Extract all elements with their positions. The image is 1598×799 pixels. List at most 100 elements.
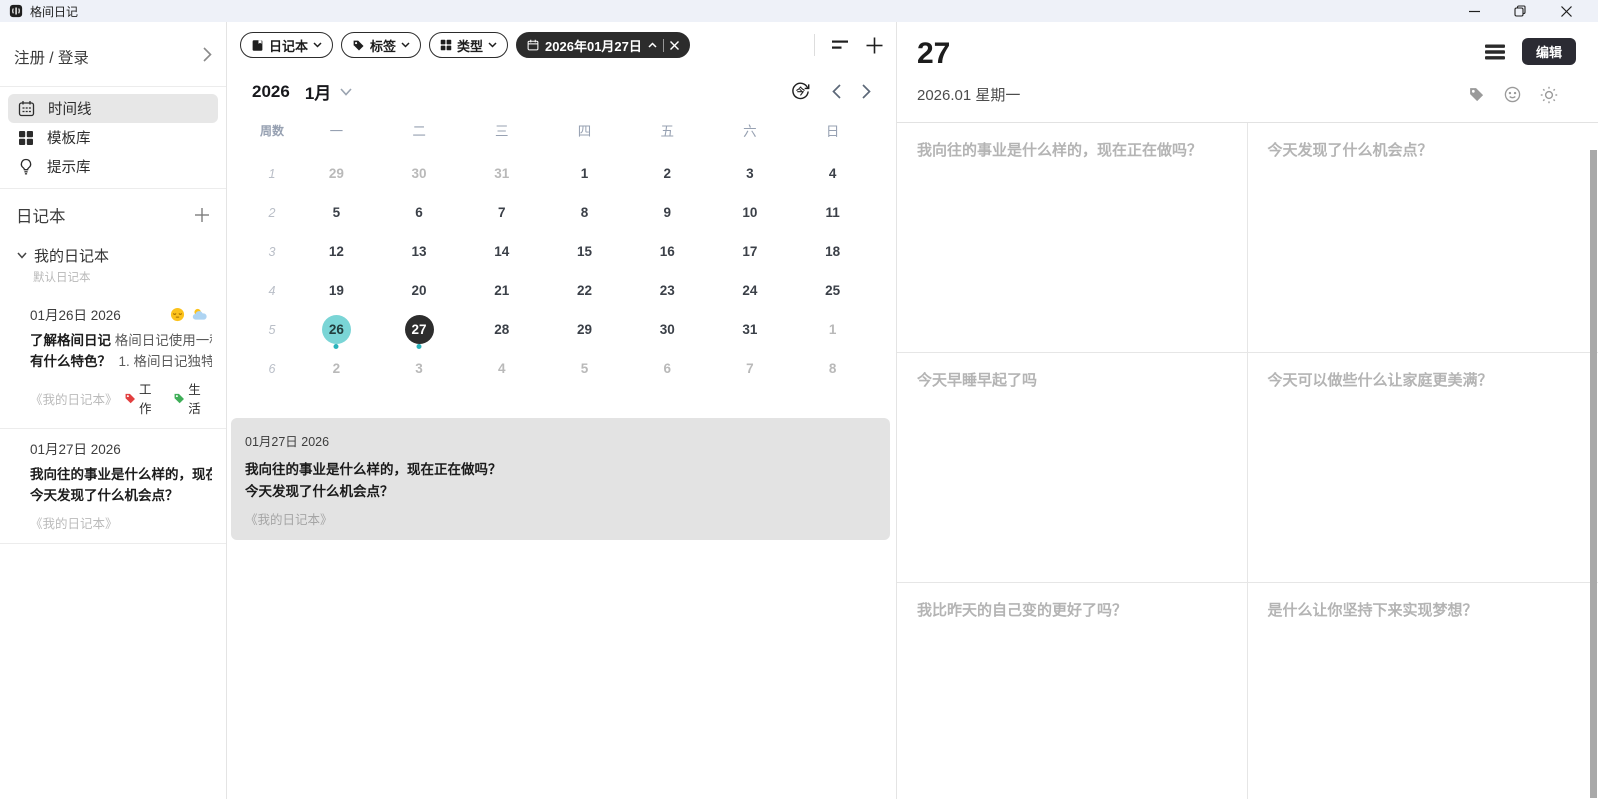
- today-button[interactable]: 今: [790, 81, 811, 102]
- filter-date-active[interactable]: 2026年01月27日: [516, 32, 690, 58]
- calendar-day[interactable]: 18: [791, 232, 874, 271]
- calendar-icon: [18, 100, 35, 117]
- timeline-entry[interactable]: 01月26日 2026 了解格间日记: [0, 295, 226, 428]
- calendar-day[interactable]: 20: [378, 271, 461, 310]
- menu-icon[interactable]: [1485, 44, 1505, 60]
- weather-icon: [192, 307, 208, 321]
- calendar-day[interactable]: 23: [626, 271, 709, 310]
- filter-notebook[interactable]: 日记本: [240, 32, 333, 58]
- weekday-label: 六: [709, 116, 792, 144]
- notebook-item[interactable]: 我的日记本: [0, 237, 226, 267]
- calendar-day[interactable]: 12: [295, 232, 378, 271]
- timeline-entry[interactable]: 01月27日 2026 我向往的事业是什么样的，现在… 今天发现了什么机会点？ …: [0, 428, 226, 543]
- week-number: 3: [249, 232, 295, 271]
- calendar-day[interactable]: 29: [295, 154, 378, 193]
- sidebar-item-prompts[interactable]: 提示库: [8, 152, 218, 181]
- calendar-day[interactable]: 17: [709, 232, 792, 271]
- calendar-day[interactable]: 6: [378, 193, 461, 232]
- calendar-day[interactable]: 14: [460, 232, 543, 271]
- edit-button[interactable]: 编辑: [1522, 38, 1576, 65]
- calendar-day[interactable]: 28: [460, 310, 543, 349]
- minimize-button[interactable]: [1451, 0, 1497, 22]
- add-notebook-button[interactable]: [194, 207, 210, 223]
- week-col-label: 周数: [249, 116, 295, 144]
- prompt-cell[interactable]: 是什么让你坚持下来实现梦想？: [1248, 583, 1598, 799]
- calendar-day[interactable]: 2: [295, 349, 378, 388]
- mood-icon[interactable]: [1504, 86, 1521, 103]
- calendar-day[interactable]: 5: [543, 349, 626, 388]
- entry-preview-card[interactable]: 01月27日 2026 我向往的事业是什么样的，现在正在做吗？ 今天发现了什么机…: [231, 418, 890, 540]
- calendar-day[interactable]: 5: [295, 193, 378, 232]
- close-icon[interactable]: [670, 41, 679, 50]
- calendar-day[interactable]: 26: [295, 310, 378, 349]
- filter-tag[interactable]: 标签: [341, 32, 421, 58]
- prompt-cell[interactable]: 今天发现了什么机会点？: [1248, 123, 1598, 353]
- calendar-day[interactable]: 3: [378, 349, 461, 388]
- calendar-day[interactable]: 11: [791, 193, 874, 232]
- calendar-day[interactable]: 25: [791, 271, 874, 310]
- calendar-day[interactable]: 31: [709, 310, 792, 349]
- notebook-name: 我的日记本: [34, 245, 109, 266]
- calendar-day[interactable]: 13: [378, 232, 461, 271]
- calendar-day[interactable]: 9: [626, 193, 709, 232]
- sidebar-item-label: 模板库: [47, 127, 91, 148]
- calendar-day[interactable]: 7: [460, 193, 543, 232]
- calendar-weekday-header: 周数 一 二 三 四 五 六 日: [249, 116, 874, 144]
- calendar-day[interactable]: 4: [791, 154, 874, 193]
- svg-text:今: 今: [795, 86, 806, 97]
- sidebar-item-templates[interactable]: 模板库: [8, 123, 218, 152]
- filter-type[interactable]: 类型: [429, 32, 508, 58]
- calendar-day[interactable]: 21: [460, 271, 543, 310]
- calendar-day[interactable]: 19: [295, 271, 378, 310]
- prompt-cell[interactable]: 今天早睡早起了吗: [897, 353, 1248, 583]
- tag-life[interactable]: 生活: [173, 379, 212, 417]
- calendar-day[interactable]: 29: [543, 310, 626, 349]
- calendar-day[interactable]: 22: [543, 271, 626, 310]
- week-number: 5: [249, 310, 295, 349]
- weather-icon[interactable]: [1540, 86, 1558, 104]
- calendar-day[interactable]: 27: [378, 310, 461, 349]
- close-button[interactable]: [1543, 0, 1589, 22]
- diary-section-title: 日记本: [16, 203, 66, 227]
- grid-icon: [18, 130, 34, 146]
- calendar-day[interactable]: 4: [460, 349, 543, 388]
- calendar-day[interactable]: 30: [626, 310, 709, 349]
- prompt-cell[interactable]: 今天可以做些什么让家庭更美满？: [1248, 353, 1598, 583]
- entry-date: 01月27日 2026: [30, 438, 121, 458]
- calendar-day[interactable]: 6: [626, 349, 709, 388]
- prompt-cell[interactable]: 我比昨天的自己变的更好了吗？: [897, 583, 1248, 799]
- calendar-day[interactable]: 24: [709, 271, 792, 310]
- login-button[interactable]: 注册 / 登录: [0, 42, 226, 86]
- add-entry-button[interactable]: [866, 37, 883, 54]
- calendar-day[interactable]: 10: [709, 193, 792, 232]
- chevron-down-icon: [401, 42, 410, 48]
- calendar-day[interactable]: 16: [626, 232, 709, 271]
- mood-emoji-icon: [170, 307, 185, 322]
- detail-date-subtitle: 2026.01 星期一: [917, 84, 1020, 105]
- calendar-day[interactable]: 3: [709, 154, 792, 193]
- book-icon: [251, 39, 264, 52]
- sidebar-item-timeline[interactable]: 时间线: [8, 94, 218, 123]
- calendar-day[interactable]: 15: [543, 232, 626, 271]
- weekday-label: 一: [295, 116, 378, 144]
- calendar-day[interactable]: 7: [709, 349, 792, 388]
- tag-work[interactable]: 工作: [124, 379, 163, 417]
- restore-button[interactable]: [1497, 0, 1543, 22]
- chevron-down-icon: [313, 42, 322, 48]
- next-month-button[interactable]: [862, 84, 871, 99]
- tag-icon[interactable]: [1468, 86, 1485, 103]
- scrollbar[interactable]: [1590, 150, 1597, 798]
- calendar-day[interactable]: 1: [791, 310, 874, 349]
- entry-preview-line: 有什么特色？ 1. 格间日记独特…: [30, 351, 212, 372]
- calendar-day[interactable]: 2: [626, 154, 709, 193]
- calendar-day[interactable]: 1: [543, 154, 626, 193]
- sort-icon[interactable]: [832, 39, 849, 51]
- calendar-day[interactable]: 8: [791, 349, 874, 388]
- prev-month-button[interactable]: [832, 84, 841, 99]
- calendar-day[interactable]: 31: [460, 154, 543, 193]
- month-dropdown[interactable]: [340, 88, 352, 96]
- entry-notebook-name: 《我的日记本》: [30, 513, 118, 532]
- prompt-cell[interactable]: 我向往的事业是什么样的，现在正在做吗？: [897, 123, 1248, 353]
- calendar-day[interactable]: 8: [543, 193, 626, 232]
- calendar-day[interactable]: 30: [378, 154, 461, 193]
